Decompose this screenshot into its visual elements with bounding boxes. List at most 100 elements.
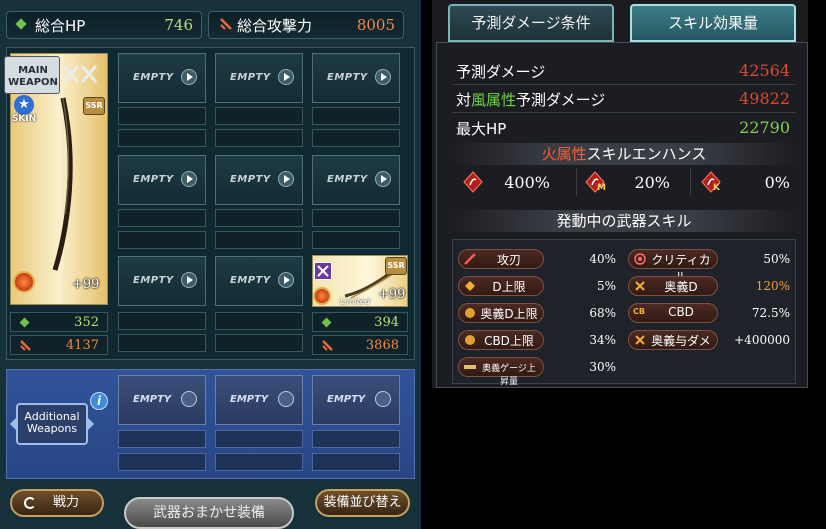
weapon-stat-bar: [118, 430, 206, 448]
star-icon: ★: [14, 95, 34, 115]
sub-weapon-atk: 3868: [312, 335, 408, 355]
empty-label: EMPTY: [230, 275, 271, 286]
weapon-slot-empty[interactable]: EMPTY: [118, 155, 206, 205]
info-icon[interactable]: i: [90, 392, 108, 410]
play-icon: [278, 69, 294, 85]
predicted-damage-value: 42564: [739, 61, 790, 80]
skill-pill: D上限: [458, 276, 544, 296]
weapon-stat-bar: [215, 334, 303, 352]
weapon-stat-bar: [312, 453, 400, 471]
main-weapon-hp-value: 352: [74, 315, 99, 330]
ougi-damage-icon: [635, 281, 645, 291]
weapon-level: +99: [378, 287, 406, 302]
additional-weapons-line2: Weapons: [26, 422, 78, 435]
sub-weapon-atk-value: 3868: [365, 338, 399, 353]
sword-icon: [464, 253, 476, 265]
play-icon: [278, 391, 294, 407]
battle-power-button[interactable]: 戦力: [10, 489, 104, 517]
skill-enhance-header: 火属性スキルエンハンス: [452, 143, 796, 165]
skill-value: 40%: [589, 252, 616, 266]
sort-equipment-button[interactable]: 装備並び替え: [315, 489, 410, 517]
weapon-stat-bar: [118, 334, 206, 352]
additional-weapon-slot[interactable]: EMPTY: [215, 375, 303, 425]
empty-label: EMPTY: [230, 174, 271, 185]
weapon-type-icon: [314, 262, 332, 280]
empty-label: EMPTY: [133, 394, 172, 405]
weapon-stat-bar: [118, 209, 206, 227]
divider: [690, 168, 691, 196]
weapon-slot-empty[interactable]: EMPTY: [312, 53, 400, 103]
auto-equip-button[interactable]: 武器おまかせ装備: [124, 497, 294, 529]
fire-element-icon: [13, 271, 35, 293]
wind-element-text: 風属性: [471, 91, 517, 109]
enhance-value: 20%: [634, 173, 670, 192]
skill-pill: クリティカル: [628, 249, 718, 284]
hp-icon: [321, 317, 332, 328]
main-label-line1: MAIN: [18, 65, 48, 76]
weapon-stat-bar: [215, 453, 303, 471]
weapon-slot-empty[interactable]: EMPTY: [312, 155, 400, 205]
elemental-damage-label: 対風属性予測ダメージ: [456, 89, 605, 110]
play-icon: [375, 69, 391, 85]
limited-label: Limited: [340, 297, 370, 306]
play-icon: [181, 391, 197, 407]
weapon-slot-empty[interactable]: EMPTY: [215, 256, 303, 306]
damage-cap-icon: [465, 281, 475, 291]
elemental-damage-suffix: 予測ダメージ: [516, 91, 606, 109]
play-icon: [181, 171, 197, 187]
total-hp-value: 746: [164, 16, 193, 34]
skin-badge[interactable]: ★ SKIN: [10, 95, 38, 127]
weapon-stat-bar: [215, 107, 303, 125]
weapon-slot-empty[interactable]: EMPTY: [215, 155, 303, 205]
ougi-cap-icon: [465, 308, 475, 318]
weapon-stat-bar: [215, 209, 303, 227]
play-icon: [181, 69, 197, 85]
weapon-stat-bar: [118, 312, 206, 330]
weapon-stat-bar: [215, 231, 303, 249]
additional-weapon-slot[interactable]: EMPTY: [118, 375, 206, 425]
attack-icon: [220, 18, 232, 30]
empty-label: EMPTY: [327, 394, 366, 405]
tab-damage-conditions[interactable]: 予測ダメージ条件: [448, 4, 614, 42]
divider: [452, 112, 796, 113]
weapon-stat-bar: [118, 453, 206, 471]
weapon-stat-bar: [312, 129, 400, 147]
weapon-slot-empty[interactable]: EMPTY: [215, 53, 303, 103]
cbd-cap-icon: [465, 335, 475, 345]
skill-value: 5%: [596, 279, 616, 293]
enhance-value: 400%: [504, 173, 550, 192]
skill-value: 72.5%: [751, 306, 790, 320]
attack-icon: [20, 340, 31, 351]
weapon-slot-empty[interactable]: EMPTY: [118, 53, 206, 103]
play-icon: [278, 272, 294, 288]
empty-label: EMPTY: [133, 72, 174, 83]
main-label-line2: WEAPON: [8, 77, 58, 88]
skill-name: 奥義D: [664, 280, 698, 294]
main-weapon-atk: 4137: [10, 335, 108, 355]
weapon-stat-bar: [118, 107, 206, 125]
additional-weapon-slot[interactable]: EMPTY: [312, 375, 400, 425]
skill-name: CBD上限: [484, 334, 534, 348]
play-icon: [375, 171, 391, 187]
weapon-level: +99: [72, 277, 100, 292]
skill-value: 30%: [589, 360, 616, 374]
additional-weapons-button[interactable]: Additional Weapons: [10, 399, 94, 449]
sub-weapon-hp-value: 394: [374, 315, 399, 330]
empty-label: EMPTY: [230, 72, 271, 83]
hp-icon: [15, 18, 27, 30]
total-hp-bar: 総合HP 746: [6, 11, 202, 39]
elemental-damage-value: 49822: [739, 89, 790, 108]
tab-skill-effect[interactable]: スキル効果量: [630, 4, 796, 42]
divider: [576, 168, 577, 196]
sub-weapon-hp: 394: [312, 312, 408, 332]
rarity-badge: SSR: [83, 97, 105, 115]
play-icon: [181, 272, 197, 288]
skill-pill: 奥義ゲージ上昇量: [458, 357, 544, 387]
weapon-stat-bar: [118, 129, 206, 147]
skill-value: +400000: [734, 333, 790, 347]
max-hp-value: 22790: [739, 118, 790, 137]
weapon-slot-empty[interactable]: EMPTY: [118, 256, 206, 306]
crossed-swords-icon: [62, 65, 98, 83]
cbd-icon: CB: [633, 307, 645, 316]
weapon-stat-bar: [312, 209, 400, 227]
